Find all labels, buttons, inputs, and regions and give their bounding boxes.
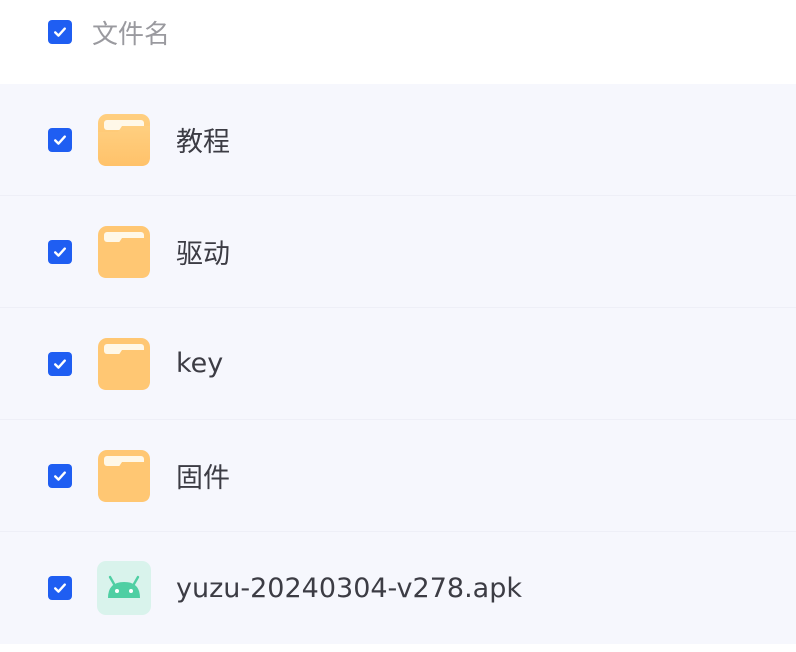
row-checkbox[interactable]: [48, 239, 72, 264]
folder-icon: [96, 448, 152, 504]
file-name[interactable]: key: [176, 348, 223, 379]
row-checkbox[interactable]: [48, 351, 72, 376]
folder-icon: [96, 336, 152, 392]
file-row[interactable]: 固件: [0, 420, 796, 532]
column-header-filename[interactable]: 文件名: [92, 14, 170, 51]
checkbox-checked-icon: [48, 463, 72, 488]
checkbox-checked-icon: [48, 239, 72, 264]
row-checkbox[interactable]: [48, 576, 72, 600]
file-name[interactable]: 驱动: [176, 232, 230, 271]
checkbox-checked-icon: [48, 127, 72, 152]
file-name[interactable]: yuzu-20240304-v278.apk: [176, 573, 522, 604]
row-checkbox[interactable]: [48, 463, 72, 488]
file-row[interactable]: yuzu-20240304-v278.apk: [0, 532, 796, 644]
file-list: 文件名 教程 驱动 key 固件 yuzu-20240304-v278.apk: [0, 0, 796, 652]
file-name[interactable]: 固件: [176, 456, 230, 495]
file-rows: 教程 驱动 key 固件 yuzu-20240304-v278.apk: [0, 84, 796, 644]
row-checkbox[interactable]: [48, 127, 72, 152]
checkbox-checked-icon: [48, 576, 72, 600]
file-row[interactable]: 驱动: [0, 196, 796, 308]
folder-icon: [96, 112, 152, 168]
list-header: 文件名: [0, 0, 796, 84]
select-all-checkbox[interactable]: [48, 20, 72, 44]
checkbox-checked-icon: [48, 351, 72, 376]
folder-icon: [96, 224, 152, 280]
file-row[interactable]: key: [0, 308, 796, 420]
file-row[interactable]: 教程: [0, 84, 796, 196]
checkbox-checked-icon: [48, 20, 72, 44]
file-name[interactable]: 教程: [176, 120, 230, 159]
android-icon: [96, 560, 152, 616]
